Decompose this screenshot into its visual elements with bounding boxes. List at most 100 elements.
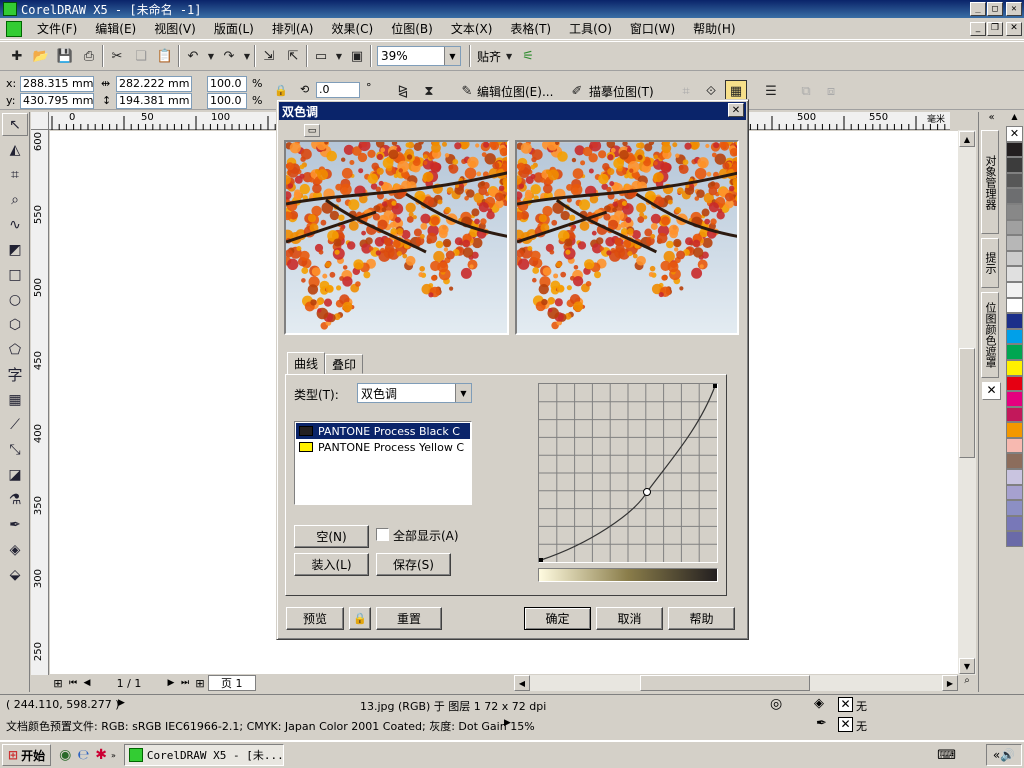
menu-arrange[interactable]: 排列(A) (263, 20, 323, 37)
menu-bitmaps[interactable]: 位图(B) (382, 20, 442, 37)
rectangle-tool-icon[interactable]: □ (2, 263, 28, 286)
palette-swatch[interactable] (1006, 344, 1023, 360)
undo-icon[interactable]: ↶ (182, 45, 204, 67)
close-button[interactable]: ✕ (1006, 2, 1022, 16)
type-select[interactable]: 双色调 ▼ (357, 383, 472, 403)
scale-y-input[interactable]: 100.0 (207, 93, 247, 109)
launcher-dropdown-icon[interactable]: ▼ (334, 45, 344, 67)
palette-swatch[interactable] (1006, 172, 1023, 189)
scroll-up-icon[interactable]: ▲ (959, 131, 975, 147)
table-tool-icon[interactable]: ▦ (2, 388, 28, 411)
paste-icon[interactable]: 📋 (154, 45, 176, 67)
options-icon[interactable]: ⚟ (517, 45, 539, 67)
polygon-tool-icon[interactable]: ⬡ (2, 313, 28, 336)
menu-edit[interactable]: 编辑(E) (86, 20, 145, 37)
ok-button[interactable]: 确定 (524, 607, 591, 630)
reset-button[interactable]: 重置 (376, 607, 442, 630)
menu-text[interactable]: 文本(X) (442, 20, 502, 37)
chevron-down-icon[interactable]: ▼ (444, 47, 460, 65)
palette-swatch[interactable] (1006, 157, 1023, 173)
navigator-icon[interactable]: ⌕ (958, 675, 976, 691)
cancel-button[interactable]: 取消 (596, 607, 663, 630)
palette-swatch[interactable] (1006, 469, 1023, 485)
palette-swatch[interactable] (1006, 484, 1023, 501)
preview-layout-icon[interactable]: ▭ (304, 124, 320, 137)
copy-icon[interactable]: ❏ (130, 45, 152, 67)
scroll-down-icon[interactable]: ▼ (959, 658, 975, 674)
dialog-close-icon[interactable]: ✕ (728, 103, 744, 117)
shape-tool-icon[interactable]: ◭ (2, 138, 28, 161)
document-icon[interactable] (6, 20, 22, 37)
open-folder-icon[interactable]: 📂 (30, 45, 52, 67)
ellipse-tool-icon[interactable]: ○ (2, 288, 28, 311)
application-launcher-icon[interactable]: ▭ (310, 45, 332, 67)
palette-swatch[interactable] (1006, 359, 1023, 376)
app-quick-launch-icon[interactable]: ✱ (95, 747, 107, 763)
docker-tab-object-manager[interactable]: 对象管理器 (981, 130, 999, 234)
add-page-end-icon[interactable]: ⊞ (192, 677, 208, 690)
palette-swatch[interactable] (1006, 437, 1023, 454)
menu-layout[interactable]: 版面(L) (205, 20, 263, 37)
page-tab[interactable]: 页 1 (208, 675, 256, 691)
scroll-right-icon[interactable]: ▶ (942, 675, 958, 691)
tone-curve-editor[interactable] (538, 383, 718, 563)
vertical-scroll-thumb[interactable] (959, 348, 975, 458)
first-page-icon[interactable]: ⏮ (66, 678, 80, 688)
help-button[interactable]: 帮助 (668, 607, 735, 630)
wrap-text-icon[interactable]: ☰ (760, 80, 782, 102)
eyedropper-tool-icon[interactable]: ⚗ (2, 488, 28, 511)
outline-tool-icon[interactable]: ✒ (2, 513, 28, 536)
save-icon[interactable]: 💾 (54, 45, 76, 67)
palette-swatch[interactable] (1006, 219, 1023, 236)
height-input[interactable]: 194.381 mm (116, 93, 192, 109)
to-front-icon[interactable]: ⧉ (795, 80, 817, 102)
x-position-input[interactable]: 288.315 mm (20, 76, 94, 92)
next-page-icon[interactable]: ▶ (164, 678, 178, 688)
to-back-icon[interactable]: ⧈ (820, 80, 842, 102)
palette-swatch[interactable] (1006, 422, 1023, 438)
palette-swatch[interactable] (1006, 235, 1023, 251)
menu-tools[interactable]: 工具(O) (560, 20, 621, 37)
welcome-screen-icon[interactable]: ▣ (346, 45, 368, 67)
freehand-tool-icon[interactable]: ∿ (2, 213, 28, 236)
tab-curves[interactable]: 曲线 (287, 352, 326, 374)
snap-dropdown-icon[interactable]: ▼ (503, 45, 515, 67)
palette-swatch[interactable] (1006, 406, 1023, 423)
export-icon[interactable]: ⇱ (282, 45, 304, 67)
start-button[interactable]: ⊞ 开始 (2, 744, 52, 766)
chevron-down-icon[interactable]: ▼ (455, 384, 471, 402)
menu-help[interactable]: 帮助(H) (684, 20, 744, 37)
palette-swatch[interactable] (1006, 500, 1023, 516)
doc-close-button[interactable]: ✕ (1006, 21, 1022, 36)
save-button[interactable]: 保存(S) (376, 553, 451, 576)
crop-tool-icon[interactable]: ⌗ (2, 163, 28, 186)
trace-bitmap-button[interactable]: 描摹位图(T) (589, 83, 654, 100)
docker-close-icon[interactable]: ✕ (982, 382, 1001, 400)
tray-speaker-icon[interactable]: «🔊 (986, 744, 1022, 766)
docker-tab-hints[interactable]: 提示 (981, 238, 999, 288)
undo-dropdown-icon[interactable]: ▼ (206, 45, 216, 67)
text-tool-icon[interactable]: 字 (2, 363, 28, 386)
vertical-scrollbar[interactable]: ▲ ▼ (958, 130, 976, 675)
redo-icon[interactable]: ↷ (218, 45, 240, 67)
palette-swatch[interactable] (1006, 188, 1023, 204)
zoom-combo[interactable]: 39% ▼ (377, 46, 461, 66)
menu-window[interactable]: 窗口(W) (621, 20, 684, 37)
docker-expand-icon[interactable]: « (979, 112, 1004, 126)
palette-swatch[interactable] (1006, 297, 1023, 314)
minimize-button[interactable]: _ (970, 2, 986, 16)
add-page-icon[interactable]: ⊞ (50, 677, 66, 690)
preview-button[interactable]: 预览 (286, 607, 344, 630)
interactive-fill-icon[interactable]: ⬙ (2, 563, 28, 586)
scale-x-input[interactable]: 100.0 (207, 76, 247, 92)
zoom-tool-icon[interactable]: ⌕ (2, 188, 28, 211)
result-preview-image[interactable] (515, 140, 739, 335)
last-page-icon[interactable]: ⏭ (178, 678, 192, 688)
tab-overprint[interactable]: 叠印 (325, 354, 364, 374)
scroll-left-icon[interactable]: ◀ (514, 675, 530, 691)
doc-restore-button[interactable]: ❐ (987, 21, 1003, 36)
palette-swatch[interactable] (1006, 391, 1023, 407)
horizontal-scroll-thumb[interactable] (640, 675, 810, 691)
ink-list-item[interactable]: PANTONE Process Yellow C (296, 439, 470, 455)
chevron-right-icon[interactable]: ▶ (504, 718, 511, 728)
